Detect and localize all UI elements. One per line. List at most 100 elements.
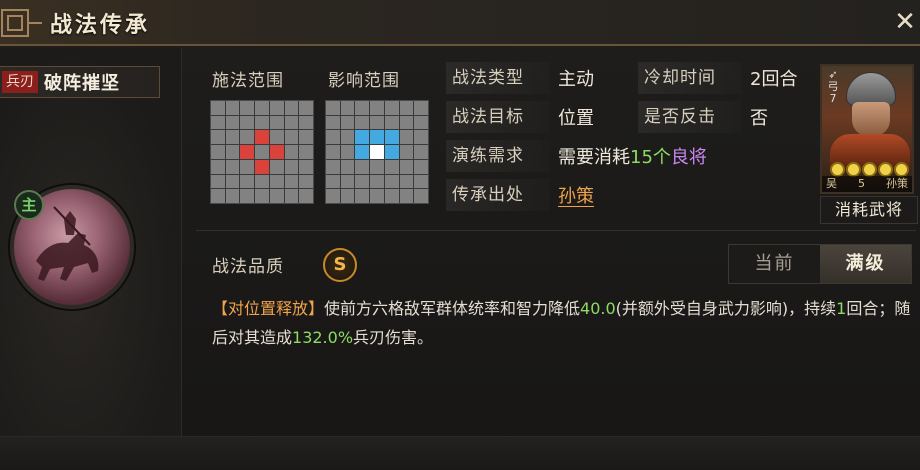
grid-cell	[355, 115, 370, 130]
grid-cell	[326, 130, 340, 145]
grid-cell	[414, 159, 428, 174]
general-name: 孙策	[886, 177, 908, 190]
grid-cell	[399, 145, 414, 159]
grid-cell	[399, 159, 414, 174]
star-icon	[829, 162, 845, 177]
grid-cell	[299, 130, 313, 145]
info-row-source: 传承出处 孙策	[446, 179, 594, 211]
grid-cell	[255, 145, 269, 159]
window-title: 战法传承	[50, 13, 151, 38]
grid-cell	[340, 159, 355, 174]
grid-cell	[299, 101, 313, 115]
grid-cell	[326, 174, 340, 189]
section-divider	[196, 230, 916, 231]
type-value: 主动	[558, 69, 594, 90]
grid-cell	[340, 130, 355, 145]
skill-name-box: 兵刃 破阵摧坚	[0, 66, 160, 98]
grid-cell	[211, 174, 225, 189]
desc-part1: 使前方六格敌军群体统率和智力降低	[324, 299, 581, 318]
type-label: 战法类型	[446, 62, 550, 94]
skill-description: 【对位置释放】使前方六格敌军群体统率和智力降低40.0(并额外受自身武力影响)，…	[212, 294, 912, 352]
grid-cell	[240, 159, 255, 174]
source-general-link[interactable]: 孙策	[558, 182, 594, 208]
grid-cell	[240, 174, 255, 189]
close-icon: ✕	[894, 7, 916, 37]
star-icon	[861, 162, 877, 177]
desc-value1: 40.0	[580, 299, 616, 318]
grid-cell	[340, 174, 355, 189]
grid-cell	[326, 115, 340, 130]
grid-cell	[399, 174, 414, 189]
consume-general-card[interactable]: ➶ 弓 7 吴 5 孙策	[820, 64, 914, 194]
info-row-cooldown: 冷却时间 2回合	[638, 62, 797, 94]
grid-cell	[240, 130, 255, 145]
grid-cell	[340, 145, 355, 159]
consume-general-caption: 消耗武将	[820, 196, 918, 224]
grid-cell	[370, 159, 384, 174]
grid-cell	[225, 130, 240, 145]
skill-name: 破阵摧坚	[44, 73, 120, 94]
practice-label: 演练需求	[446, 140, 550, 172]
tab-max-level[interactable]: 满级	[820, 245, 911, 283]
general-cost: 5	[858, 177, 865, 190]
range-area: 施法范围 影响范围	[196, 56, 440, 224]
grid-cell	[255, 174, 269, 189]
grid-cell	[299, 145, 313, 159]
main-skill-badge: 主	[14, 190, 44, 220]
practice-value: 需要消耗15个良将	[558, 143, 707, 169]
skill-type-tag: 兵刃	[2, 71, 38, 93]
skill-inherit-window: 战法传承 ✕ 兵刃 破阵摧坚 主 施法范围 影响范围 战法类型 主动 冷却时间 …	[0, 0, 920, 470]
bottom-strip	[0, 436, 920, 470]
grid-cell	[211, 130, 225, 145]
grid-cell	[384, 130, 399, 145]
grid-cell	[340, 115, 355, 130]
grid-cell	[326, 159, 340, 174]
close-button[interactable]: ✕	[894, 8, 916, 36]
grid-cell	[370, 145, 384, 159]
counter-label: 是否反击	[638, 101, 742, 133]
star-icon	[893, 162, 909, 177]
general-level: 7	[829, 92, 837, 105]
practice-prefix: 需要消耗	[558, 147, 630, 168]
grid-cell	[370, 101, 384, 115]
cast-range-grid	[210, 100, 314, 204]
grid-cell	[240, 115, 255, 130]
grid-cell	[211, 189, 225, 203]
grid-cell	[284, 189, 299, 203]
grid-cell	[399, 130, 414, 145]
grid-cell	[225, 159, 240, 174]
grid-cell	[284, 174, 299, 189]
grid-cell	[355, 101, 370, 115]
star-icon	[877, 162, 893, 177]
general-faction: 吴	[826, 177, 837, 190]
grid-cell	[211, 101, 225, 115]
grid-cell	[240, 101, 255, 115]
grid-cell	[255, 101, 269, 115]
grid-cell	[355, 189, 370, 203]
grid-cell	[269, 159, 284, 174]
grid-cell	[269, 130, 284, 145]
grid-cell	[384, 159, 399, 174]
grid-cell	[225, 145, 240, 159]
grid-cell	[299, 189, 313, 203]
grid-cell	[269, 115, 284, 130]
title-ornament-icon	[1, 9, 42, 37]
info-row-counter: 是否反击 否	[638, 101, 768, 133]
grid-cell	[384, 189, 399, 203]
title-bar: 战法传承 ✕	[0, 0, 920, 46]
grid-cell	[225, 174, 240, 189]
grid-cell	[284, 101, 299, 115]
source-label: 传承出处	[446, 179, 550, 211]
cooldown-label: 冷却时间	[638, 62, 742, 94]
counter-value: 否	[750, 108, 768, 129]
grid-cell	[326, 101, 340, 115]
grid-cell	[384, 145, 399, 159]
grid-cell	[355, 145, 370, 159]
tab-current[interactable]: 当前	[729, 245, 820, 283]
desc-tag: 【对位置释放】	[212, 299, 325, 318]
practice-count: 15个	[630, 147, 671, 168]
grid-cell	[355, 174, 370, 189]
grid-cell	[284, 130, 299, 145]
grid-cell	[269, 189, 284, 203]
grid-cell	[284, 115, 299, 130]
